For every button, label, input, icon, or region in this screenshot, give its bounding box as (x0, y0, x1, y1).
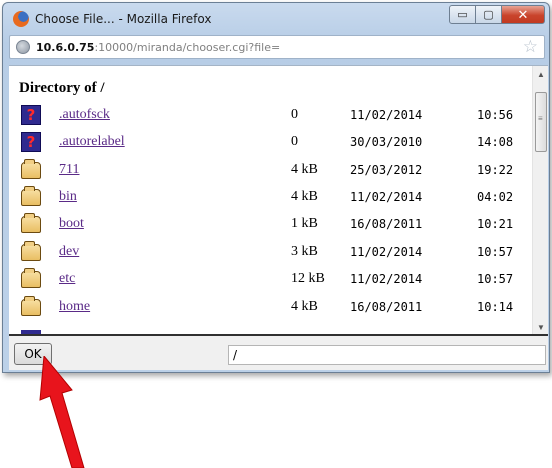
firefox-window: Choose File... - Mozilla Firefox ▭ ▢ ✕ 1… (2, 2, 550, 373)
bookmark-star-icon[interactable]: ☆ (523, 37, 538, 57)
file-size: 12 kB (291, 271, 325, 286)
folder-icon (21, 268, 41, 288)
folder-icon (21, 296, 41, 316)
window-controls: ▭ ▢ ✕ (449, 5, 545, 24)
file-time: 14:08 (477, 135, 514, 149)
list-item: dev 3 kB 11/02/2014 10:57 (19, 240, 539, 266)
minimize-button[interactable]: ▭ (449, 5, 476, 24)
file-size: 3 kB (291, 244, 318, 259)
file-time: 10:14 (477, 300, 514, 314)
file-size: 4 kB (291, 162, 318, 177)
path-input[interactable]: / (228, 345, 546, 365)
help-icon: ? (21, 105, 41, 125)
scroll-up-arrow-icon[interactable]: ▲ (533, 66, 548, 82)
firefox-logo-icon (13, 11, 29, 27)
file-date: 11/02/2014 (350, 272, 423, 286)
close-button[interactable]: ✕ (501, 5, 545, 24)
file-date: 30/03/2010 (350, 135, 423, 149)
file-date: 16/08/2011 (350, 300, 423, 314)
list-item: 711 4 kB 25/03/2012 19:22 (19, 158, 539, 184)
file-listing: Directory of / ? .autofsck 0 11/02/2014 … (9, 65, 548, 334)
directory-heading: Directory of / (19, 80, 105, 96)
minimize-icon: ▭ (457, 9, 468, 21)
list-item: bin 4 kB 11/02/2014 04:02 (19, 185, 539, 211)
file-size: 1 kB (291, 216, 318, 231)
grip-icon: ≡ (538, 114, 543, 123)
window-title: Choose File... - Mozilla Firefox (35, 12, 212, 26)
file-date: 16/08/2011 (350, 217, 423, 231)
folder-icon (21, 159, 41, 179)
red-arrow-icon (39, 356, 85, 468)
folder-link[interactable]: bin (59, 189, 77, 205)
file-size: 4 kB (291, 299, 318, 314)
file-link[interactable]: .autorelabel (59, 134, 125, 150)
folder-link[interactable]: boot (59, 216, 84, 232)
file-date: 11/02/2014 (350, 245, 423, 259)
file-date: 25/03/2012 (350, 163, 423, 177)
file-size: 0 (291, 134, 298, 149)
folder-link[interactable]: etc (59, 271, 75, 287)
file-time: 10:56 (477, 108, 514, 122)
list-item: ? .autorelabel 0 30/03/2010 14:08 (19, 130, 539, 156)
file-time: 19:22 (477, 163, 514, 177)
list-item: home 4 kB 16/08/2011 10:14 (19, 295, 539, 321)
url-text[interactable]: 10.6.0.75:10000/miranda/chooser.cgi?file… (36, 41, 280, 54)
list-item: ? .autofsck 0 11/02/2014 10:56 (19, 103, 539, 129)
folder-link[interactable]: 711 (59, 162, 79, 178)
address-bar[interactable]: 10.6.0.75:10000/miranda/chooser.cgi?file… (9, 35, 545, 59)
globe-icon (16, 40, 30, 54)
file-time: 10:57 (477, 272, 514, 286)
file-link[interactable]: .autofsck (59, 107, 110, 123)
folder-icon (21, 213, 41, 233)
list-item: boot 1 kB 16/08/2011 10:21 (19, 212, 539, 238)
file-time: 04:02 (477, 190, 514, 204)
close-icon: ✕ (517, 6, 529, 22)
scroll-thumb[interactable]: ≡ (535, 92, 547, 152)
title-bar[interactable]: Choose File... - Mozilla Firefox ▭ ▢ ✕ (3, 3, 549, 35)
scroll-down-arrow-icon[interactable]: ▼ (533, 319, 548, 334)
folder-icon (21, 186, 41, 206)
folder-link[interactable]: dev (59, 244, 79, 260)
help-icon: ? (21, 132, 41, 152)
file-date: 11/02/2014 (350, 190, 423, 204)
file-time: 10:21 (477, 217, 514, 231)
file-size: 0 (291, 107, 298, 122)
file-size: 4 kB (291, 189, 318, 204)
folder-icon (21, 241, 41, 261)
file-time: 10:57 (477, 245, 514, 259)
list-item: etc 12 kB 11/02/2014 10:57 (19, 267, 539, 293)
vertical-scrollbar[interactable]: ▲ ≡ ▼ (532, 66, 548, 334)
url-host: 10.6.0.75 (36, 41, 95, 54)
maximize-button[interactable]: ▢ (475, 5, 502, 24)
folder-link[interactable]: home (59, 299, 90, 315)
url-path: :10000/miranda/chooser.cgi?file= (94, 41, 281, 54)
file-date: 11/02/2014 (350, 108, 423, 122)
maximize-icon: ▢ (483, 9, 494, 21)
